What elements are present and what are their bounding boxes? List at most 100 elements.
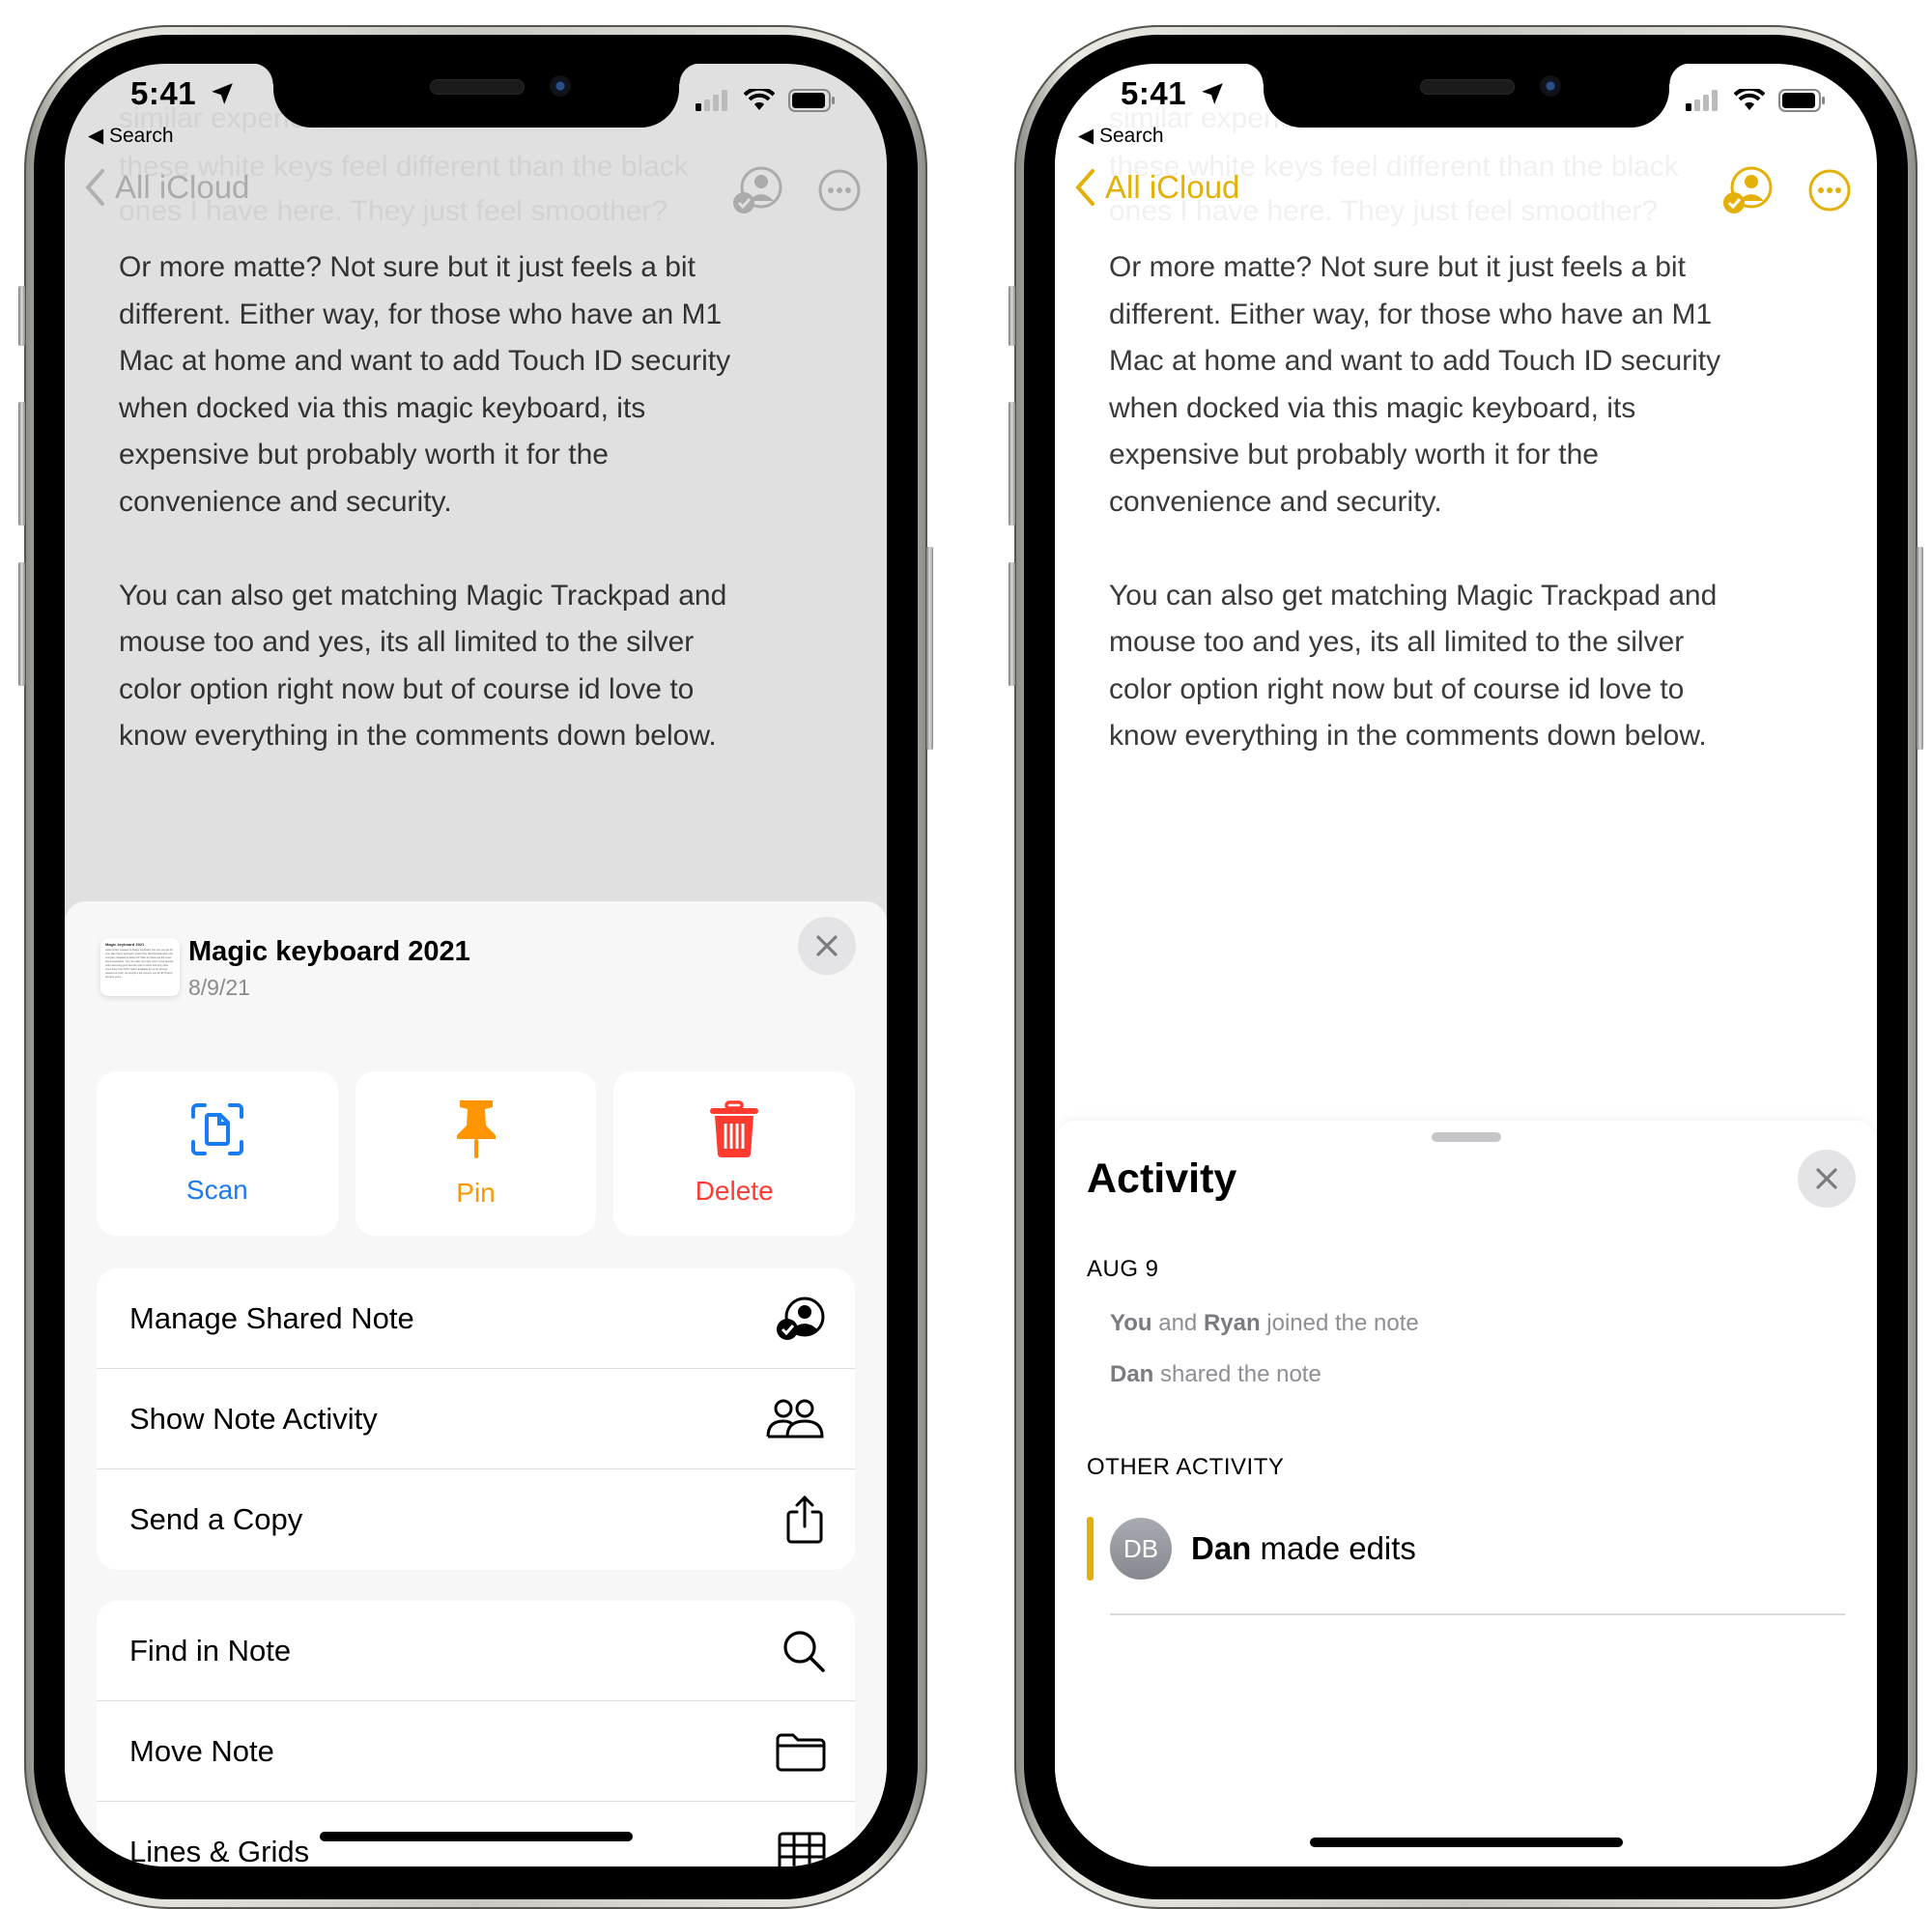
front-camera — [1539, 75, 1561, 97]
manage-shared-note-item[interactable]: Manage Shared Note — [97, 1268, 855, 1369]
menu-item-label: Send a Copy — [129, 1502, 303, 1536]
mute-switch — [18, 286, 25, 346]
pin-label: Pin — [456, 1178, 496, 1208]
status-time: 5:41 — [1121, 75, 1187, 111]
menu-item-label: Manage Shared Note — [129, 1300, 414, 1335]
front-camera — [549, 75, 571, 97]
delete-button[interactable]: Delete — [613, 1071, 856, 1236]
edit-description: Dan made edits — [1191, 1530, 1416, 1567]
note-line: different. Either way, for those who hav… — [1109, 298, 1713, 330]
shared-person-check-icon[interactable] — [1722, 164, 1775, 216]
notch — [1241, 64, 1690, 128]
mute-switch — [1009, 286, 1015, 346]
volume-up-button — [18, 402, 25, 526]
note-line: You can also get matching Magic Trackpad… — [1109, 579, 1718, 612]
cellular-signal-icon — [1686, 90, 1718, 111]
note-body[interactable]: Or more matte? Not sure but it just feel… — [1109, 244, 1848, 760]
close-button[interactable] — [798, 917, 856, 975]
nav-bar: All iCloud — [1055, 160, 1877, 218]
actor-name: Dan — [1191, 1530, 1252, 1566]
avatar: DB — [1110, 1518, 1172, 1580]
chevron-left-icon — [1075, 169, 1094, 206]
sheet-grabber[interactable] — [1431, 1132, 1501, 1142]
side-button — [1917, 547, 1923, 750]
menu-item-label: Move Note — [129, 1733, 274, 1768]
earpiece-speaker — [429, 79, 525, 95]
folder-icon — [776, 1733, 826, 1771]
status-time: 5:41 — [130, 75, 197, 111]
note-line — [1109, 526, 1848, 573]
sheet-note-date: 8/9/21 — [188, 975, 250, 1000]
pin-button[interactable]: Pin — [355, 1071, 597, 1236]
section-header-other-activity: OTHER ACTIVITY — [1087, 1454, 1285, 1480]
quick-actions: Scan Pin Delete — [97, 1071, 856, 1236]
activity-sheet: Activity AUG 9 You and Ryan joined the n… — [1055, 1121, 1877, 1866]
pin-icon — [456, 1100, 496, 1158]
note-line: Or more matte? Not sure but it just feel… — [1109, 251, 1686, 283]
phone-right: 5:41 ◀ Search similar experience ... I t… — [1009, 25, 1923, 1909]
activity-entry: Dan shared the note — [1110, 1361, 1321, 1388]
menu-item-label: Find in Note — [129, 1633, 292, 1667]
wifi-icon — [744, 89, 775, 110]
activity-edit-row[interactable]: DB Dan made edits — [1087, 1517, 1845, 1615]
more-ellipsis-circle-icon[interactable] — [1807, 168, 1852, 213]
close-x-icon — [816, 935, 838, 956]
battery-icon — [1778, 89, 1825, 112]
cellular-signal-icon — [696, 90, 727, 111]
status-icons — [1686, 89, 1827, 112]
share-icon — [786, 1495, 823, 1544]
earpiece-speaker — [1419, 79, 1515, 95]
note-line: convenience and security. — [1109, 485, 1442, 518]
two-people-icon — [766, 1399, 824, 1438]
activity-title: Activity — [1087, 1155, 1237, 1202]
volume-up-button — [1009, 402, 1015, 526]
delete-label: Delete — [695, 1176, 774, 1206]
entry-text: joined the note — [1260, 1310, 1419, 1336]
close-x-icon — [1816, 1168, 1837, 1189]
edit-highlight-bar — [1087, 1517, 1094, 1581]
screen-activity: 5:41 ◀ Search similar experience ... I t… — [1055, 64, 1877, 1866]
back-to-app[interactable]: ◀ Search — [1078, 124, 1164, 148]
back-label: All iCloud — [1105, 169, 1240, 205]
notch — [251, 64, 700, 128]
send-a-copy-item[interactable]: Send a Copy — [97, 1469, 855, 1570]
back-all-icloud-button[interactable]: All iCloud — [1074, 168, 1239, 207]
activity-entry: You and Ryan joined the note — [1110, 1310, 1419, 1337]
note-thumbnail: Magic keyboard 2021 Apple finally update… — [100, 938, 180, 996]
wifi-icon — [1734, 89, 1765, 110]
menu-item-label: Lines & Grids — [129, 1835, 310, 1866]
thumbnail-body: Apple finally updated its Magic Keyboard… — [105, 949, 174, 979]
volume-down-button — [18, 562, 25, 686]
back-to-app[interactable]: ◀ Search — [88, 124, 174, 148]
scan-document-icon — [190, 1103, 243, 1155]
side-button — [926, 547, 933, 750]
scan-button[interactable]: Scan — [97, 1071, 338, 1236]
note-line: expensive but probably worth it for the — [1109, 439, 1599, 470]
battery-icon — [788, 89, 835, 112]
scan-label: Scan — [185, 1175, 248, 1205]
section-header-date: AUG 9 — [1087, 1256, 1159, 1282]
note-line: when docked via this magic keyboard, its — [1109, 391, 1636, 424]
trash-icon — [710, 1100, 759, 1158]
actor-name: You — [1110, 1310, 1152, 1336]
close-button[interactable] — [1798, 1150, 1856, 1208]
actor-name: Ryan — [1203, 1310, 1261, 1336]
actor-name: Dan — [1110, 1361, 1154, 1387]
show-note-activity-item[interactable]: Show Note Activity — [97, 1369, 855, 1469]
note-line: Mac at home and want to add Touch ID sec… — [1109, 345, 1721, 377]
entry-text: and — [1151, 1310, 1204, 1336]
entry-text: shared the note — [1153, 1361, 1321, 1387]
volume-down-button — [1009, 562, 1015, 686]
note-line: know everything in the comments down bel… — [1109, 720, 1707, 752]
move-note-item[interactable]: Move Note — [97, 1701, 855, 1802]
home-indicator[interactable] — [1309, 1838, 1623, 1847]
magnifying-glass-icon — [783, 1630, 825, 1672]
phone-left: 5:41 ◀ Search similar experience ... I t… — [18, 25, 933, 1909]
home-indicator[interactable] — [319, 1832, 633, 1841]
location-arrow-icon — [212, 83, 233, 104]
location-arrow-icon — [1202, 83, 1223, 104]
note-line: color option right now but of course id … — [1109, 672, 1685, 705]
back-to-app-label: Search — [108, 125, 174, 147]
entry-text: made edits — [1251, 1530, 1416, 1566]
find-in-note-item[interactable]: Find in Note — [97, 1601, 855, 1701]
